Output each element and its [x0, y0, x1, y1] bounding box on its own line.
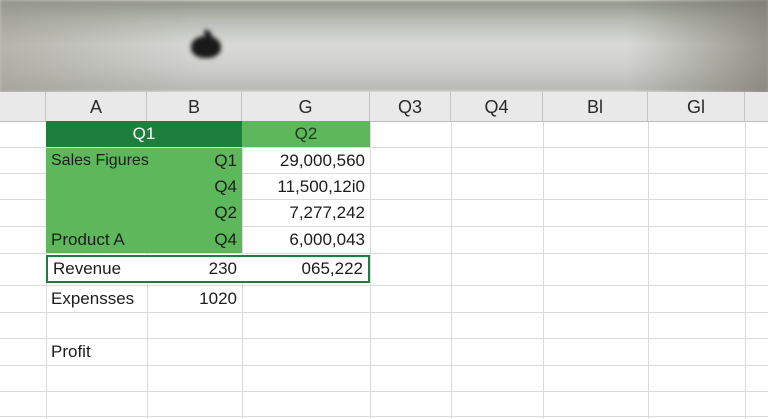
cell-row-label[interactable]: Product A [46, 227, 147, 253]
screen: A B G Q3 Q4 Bl Gl Q1 Q2 Sales Figures Q1… [0, 0, 768, 419]
column-header-bl[interactable]: Bl [543, 92, 648, 122]
cell-quarter[interactable]: Q4 [147, 174, 242, 200]
cell-expenses-b[interactable]: 1020 [147, 286, 242, 312]
gridline [0, 312, 768, 313]
select-all-corner[interactable] [0, 92, 46, 122]
column-header-q3[interactable]: Q3 [370, 92, 451, 122]
cell-revenue-g[interactable]: 065,222 [242, 256, 368, 282]
column-header-g[interactable]: G [242, 92, 370, 122]
spreadsheet-grid: A B G Q3 Q4 Bl Gl Q1 Q2 Sales Figures Q1… [0, 92, 768, 419]
apple-logo-icon [191, 30, 221, 58]
gridline [543, 122, 544, 419]
cell-q2-header[interactable]: Q2 [242, 121, 370, 147]
cell-value[interactable]: 11,500,12i0 [242, 174, 370, 200]
gridline [0, 416, 768, 417]
bezel-shadow [628, 0, 768, 92]
column-header-partial[interactable] [745, 92, 768, 122]
column-header-a[interactable]: A [46, 92, 147, 122]
column-header-b[interactable]: B [147, 92, 242, 122]
column-header-row: A B G Q3 Q4 Bl Gl [0, 92, 768, 122]
cell-expenses-label[interactable]: Expensses [46, 286, 147, 312]
gridline [370, 122, 371, 419]
gridline [0, 365, 768, 366]
cell-revenue-b[interactable]: 230 [147, 256, 242, 282]
gridline [451, 122, 452, 419]
gridline [0, 253, 768, 254]
column-header-q4[interactable]: Q4 [451, 92, 543, 122]
gridline [745, 122, 746, 419]
cell-value[interactable]: 7,277,242 [242, 200, 370, 226]
cell-quarter[interactable]: Q2 [147, 200, 242, 226]
cell-revenue-label[interactable]: Revenue [48, 256, 147, 282]
cell-value[interactable]: 29,000,560 [242, 148, 370, 174]
column-header-gl[interactable]: Gl [648, 92, 745, 122]
cell-q1-header[interactable]: Q1 [46, 121, 242, 147]
cell-quarter[interactable]: Q4 [147, 227, 242, 253]
gridline [0, 391, 768, 392]
cell-profit-label[interactable]: Profit [46, 339, 147, 365]
cell-value[interactable]: 6,000,043 [242, 227, 370, 253]
cell-quarter[interactable]: Q1 [147, 148, 242, 174]
bezel-shadow [0, 0, 200, 92]
gridline [648, 122, 649, 419]
